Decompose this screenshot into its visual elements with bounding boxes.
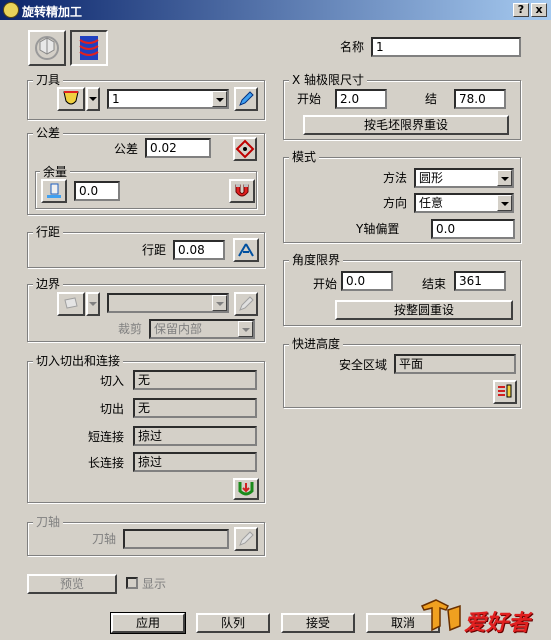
stepover-label: 行距 xyxy=(142,243,167,257)
long-link-field: 掠过 xyxy=(133,452,257,472)
lead-in-field: 无 xyxy=(133,370,257,390)
tool-icon[interactable] xyxy=(57,87,85,111)
stepover-field[interactable]: 0.08 xyxy=(173,240,225,260)
tool-select-value: 1 xyxy=(112,92,120,106)
trim-label: 裁剪 xyxy=(118,322,143,336)
apply-button[interactable]: 应用 xyxy=(110,612,186,634)
leads-links-group-label: 切入切出和连接 xyxy=(33,354,124,368)
tolerance-field[interactable]: 0.02 xyxy=(145,138,211,158)
short-link-label: 短连接 xyxy=(88,430,125,444)
queue-button[interactable]: 队列 xyxy=(196,613,270,633)
edit-boundary-pencil-icon xyxy=(234,292,258,316)
x-end-field[interactable]: 78.0 xyxy=(454,89,506,109)
x-limits-group-label: X 轴极限尺寸 xyxy=(289,73,368,87)
leads-links-icon[interactable] xyxy=(233,478,259,500)
stock-tool-icon[interactable] xyxy=(41,179,67,203)
tolerance-options-icon[interactable] xyxy=(233,137,257,161)
angle-start-field[interactable]: 0.0 xyxy=(341,271,393,291)
window-title: 旋转精加工 xyxy=(22,5,83,19)
tool-menu-arrow-icon[interactable] xyxy=(86,87,100,111)
watermark-text: 爱好者 xyxy=(464,611,531,636)
display-checkbox xyxy=(126,577,138,589)
tool-axis-field xyxy=(123,529,229,549)
chevron-down-icon[interactable] xyxy=(497,170,512,186)
rapid-heights-group-label: 快进高度 xyxy=(289,337,344,351)
tool-axis-label: 刀轴 xyxy=(92,532,117,546)
edit-tool-pencil-icon[interactable] xyxy=(234,87,258,111)
close-button[interactable]: x xyxy=(531,3,547,17)
chevron-down-icon[interactable] xyxy=(212,91,227,107)
display-label: 显示 xyxy=(142,577,167,591)
boundary-group-label: 边界 xyxy=(33,277,64,291)
boundary-select xyxy=(107,293,229,313)
app-icon xyxy=(3,2,19,18)
safe-area-field: 平面 xyxy=(394,354,516,374)
angle-start-label: 开始 xyxy=(313,277,338,291)
chevron-down-icon xyxy=(238,321,253,337)
stock-field[interactable]: 0.0 xyxy=(74,181,120,201)
lead-out-field: 无 xyxy=(133,398,257,418)
rapid-heights-icon[interactable] xyxy=(493,380,517,404)
lead-out-label: 切出 xyxy=(100,402,125,416)
reset-to-block-button[interactable]: 按毛坯限界重设 xyxy=(303,115,509,135)
preview-button: 预览 xyxy=(27,574,117,594)
chevron-down-icon[interactable] xyxy=(497,195,512,211)
pattern-group-label: 模式 xyxy=(289,150,320,164)
edit-tool-axis-pencil-icon xyxy=(234,527,258,551)
trim-select-value: 保留内部 xyxy=(154,322,203,336)
boundary-menu-arrow-icon xyxy=(86,292,100,316)
y-offset-label: Y轴偏置 xyxy=(356,222,400,236)
tool-axis-group-label: 刀轴 xyxy=(33,515,64,529)
direction-select-value: 任意 xyxy=(419,196,444,210)
accept-button[interactable]: 接受 xyxy=(281,613,355,633)
angle-end-label: 结束 xyxy=(422,277,447,291)
watermark-logo: 爱好者 xyxy=(418,596,548,636)
y-offset-field[interactable]: 0.0 xyxy=(431,219,515,239)
rotary-pattern-icon[interactable] xyxy=(70,30,108,66)
x-end-label: 结 xyxy=(425,92,438,106)
stock-group-label: 余量 xyxy=(40,165,71,179)
name-field[interactable]: 1 xyxy=(371,37,521,57)
name-label: 名称 xyxy=(340,40,365,54)
direction-label: 方向 xyxy=(383,196,408,210)
direction-select[interactable]: 任意 xyxy=(414,193,514,213)
lead-in-label: 切入 xyxy=(100,374,125,388)
long-link-label: 长连接 xyxy=(88,456,125,470)
method-select[interactable]: 圆形 xyxy=(414,168,514,188)
tolerance-group-label: 公差 xyxy=(33,126,64,140)
stepover-calc-icon[interactable] xyxy=(233,238,259,262)
boundary-icon xyxy=(57,292,85,316)
reset-full-circle-button[interactable]: 按整圆重设 xyxy=(335,300,513,320)
chevron-down-icon xyxy=(212,295,227,311)
angle-limits-group-label: 角度限界 xyxy=(289,253,344,267)
tool-group-label: 刀具 xyxy=(33,73,64,87)
x-start-label: 开始 xyxy=(297,92,322,106)
short-link-field: 掠过 xyxy=(133,426,257,446)
trim-select: 保留内部 xyxy=(149,319,255,339)
help-button[interactable]: ? xyxy=(513,3,529,17)
safe-area-label: 安全区域 xyxy=(339,358,388,372)
recycle-icon[interactable] xyxy=(28,30,66,66)
tool-select[interactable]: 1 xyxy=(107,89,229,109)
angle-end-field[interactable]: 361 xyxy=(454,271,506,291)
x-start-field[interactable]: 2.0 xyxy=(335,89,387,109)
magnet-icon[interactable] xyxy=(229,179,255,203)
method-select-value: 圆形 xyxy=(419,171,444,185)
tolerance-label: 公差 xyxy=(114,142,139,156)
method-label: 方法 xyxy=(383,171,408,185)
stepover-group-label: 行距 xyxy=(33,225,64,239)
title-bar: 旋转精加工 ? x xyxy=(0,0,551,20)
